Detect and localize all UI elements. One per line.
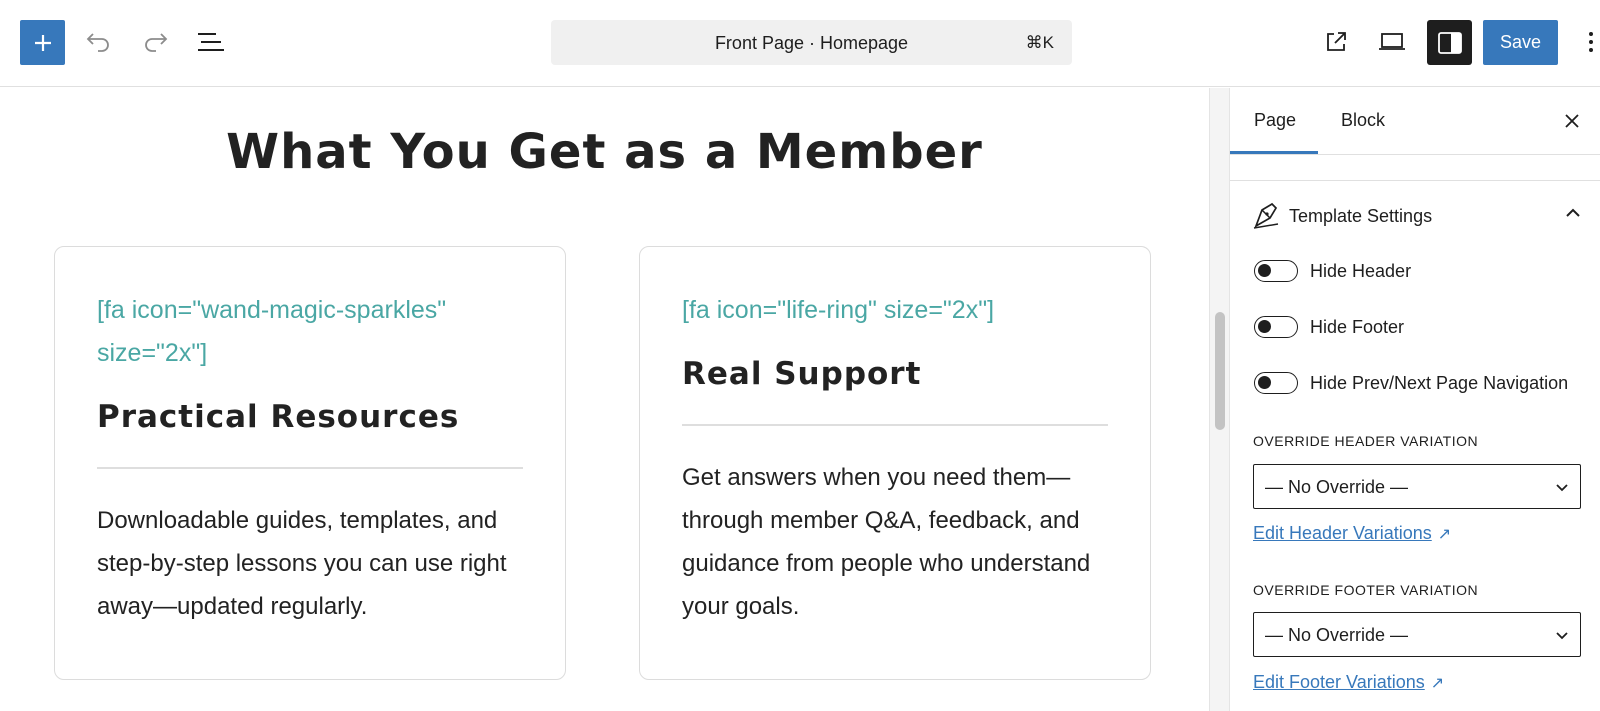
template-settings-panel-toggle[interactable]: Template Settings [1252, 200, 1582, 232]
panel-title: Template Settings [1289, 206, 1433, 226]
sidebar-tabs: Page Block [1230, 88, 1600, 155]
editor-canvas[interactable]: What You Get as a Member [fa icon="wand-… [0, 88, 1209, 711]
toggle-knob [1258, 264, 1271, 277]
feature-card[interactable]: [fa icon="life-ring" size="2x"] Real Sup… [639, 246, 1151, 680]
document-title: Front Page · Homepage [714, 33, 909, 53]
hide-navigation-toggle-row[interactable]: Hide Prev/Next Page Navigation [1254, 370, 1594, 396]
edit-footer-variations-link[interactable]: Edit Footer Variations ↗ [1253, 672, 1444, 693]
external-arrow-icon: ↗ [1430, 675, 1445, 692]
chevron-down-icon [1556, 632, 1568, 640]
chevron-up-icon [1566, 208, 1580, 217]
card-divider [97, 467, 523, 469]
toggle-knob [1258, 320, 1271, 333]
list-view-icon [198, 33, 224, 51]
footer-override-select[interactable]: — No Override — [1253, 612, 1581, 657]
close-icon [1565, 114, 1579, 128]
card-body[interactable]: Downloadable guides, templates, and step… [97, 499, 523, 628]
canvas-scrollbar[interactable] [1209, 88, 1230, 711]
shortcode-line: [fa icon="life-ring" size="2x"] [682, 296, 995, 324]
desktop-icon [1379, 33, 1405, 50]
toggle-label: Hide Header [1310, 261, 1412, 281]
select-value: — No Override — [1265, 477, 1409, 497]
command-shortcut: ⌘K [1025, 33, 1054, 52]
link-text: Edit Footer Variations [1253, 672, 1425, 692]
sidebar-toggle-icon [1437, 31, 1462, 54]
plus-icon [34, 34, 51, 51]
external-link-icon [1327, 32, 1346, 51]
shortcode-line: size="2x"] [97, 339, 208, 367]
tab-page[interactable]: Page [1254, 110, 1296, 131]
card-body[interactable]: Get answers when you need them—through m… [682, 456, 1108, 628]
more-vertical-icon [1589, 32, 1593, 52]
footer-override-label: OVERRIDE FOOTER VARIATION [1253, 582, 1479, 598]
feature-card[interactable]: [fa icon="wand-magic-sparkles" size="2x"… [54, 246, 566, 680]
shortcode-line: [fa icon="wand-magic-sparkles" [97, 296, 447, 324]
brush-icon [1253, 202, 1279, 229]
add-block-button[interactable] [20, 20, 65, 65]
redo-icon [145, 33, 168, 52]
edit-header-variations-link[interactable]: Edit Header Variations ↗ [1253, 523, 1451, 544]
device-preview-button[interactable] [1374, 24, 1410, 60]
redo-button[interactable] [137, 24, 173, 60]
hide-footer-toggle-row[interactable]: Hide Footer [1254, 314, 1594, 340]
undo-button[interactable] [81, 24, 117, 60]
options-menu-button[interactable] [1582, 24, 1600, 60]
shortcode-text[interactable]: [fa icon="wand-magic-sparkles" size="2x"… [97, 289, 523, 375]
select-value: — No Override — [1265, 625, 1409, 645]
settings-sidebar: Page Block Template Settings Hide Header… [1230, 88, 1600, 711]
toggle-label: Hide Footer [1310, 317, 1405, 337]
toggle-label: Hide Prev/Next Page Navigation [1310, 373, 1569, 393]
active-tab-indicator [1230, 151, 1318, 154]
hide-footer-toggle[interactable] [1254, 316, 1298, 338]
tab-block[interactable]: Block [1341, 110, 1385, 131]
hide-header-toggle-row[interactable]: Hide Header [1254, 258, 1594, 284]
card-title[interactable]: Practical Resources [97, 399, 523, 435]
hide-navigation-toggle[interactable] [1254, 372, 1298, 394]
list-view-button[interactable] [193, 24, 229, 60]
panel-divider [1230, 180, 1600, 181]
settings-sidebar-toggle[interactable] [1427, 20, 1472, 65]
external-arrow-icon: ↗ [1437, 526, 1452, 543]
undo-icon [86, 33, 109, 52]
section-heading[interactable]: What You Get as a Member [0, 124, 1209, 180]
hide-header-toggle[interactable] [1254, 260, 1298, 282]
header-override-select[interactable]: — No Override — [1253, 464, 1581, 509]
link-text: Edit Header Variations [1253, 523, 1432, 543]
card-title[interactable]: Real Support [682, 356, 1108, 392]
command-palette-button[interactable]: Front Page · Homepage ⌘K [551, 20, 1072, 65]
scrollbar-thumb[interactable] [1215, 312, 1225, 430]
shortcode-text[interactable]: [fa icon="life-ring" size="2x"] [682, 289, 1108, 332]
header-override-label: OVERRIDE HEADER VARIATION [1253, 433, 1479, 449]
close-sidebar-button[interactable] [1560, 109, 1584, 133]
toggle-knob [1258, 376, 1271, 389]
save-button[interactable]: Save [1483, 20, 1558, 65]
editor-top-bar: Front Page · Homepage ⌘K Save [0, 0, 1600, 87]
view-page-button[interactable] [1318, 24, 1354, 60]
chevron-down-icon [1556, 484, 1568, 492]
card-divider [682, 424, 1108, 426]
